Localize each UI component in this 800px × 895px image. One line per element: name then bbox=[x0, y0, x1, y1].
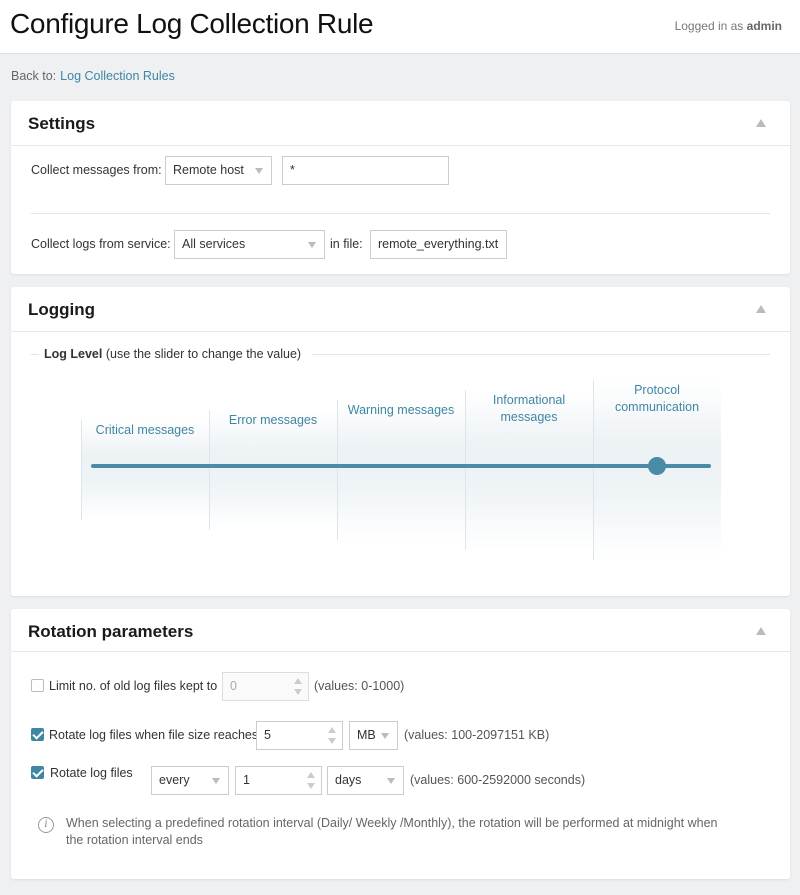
limit-files-value: 0 bbox=[230, 679, 237, 693]
chevron-down-icon bbox=[381, 733, 389, 739]
rotation-title: Rotation parameters bbox=[28, 622, 194, 641]
limit-files-input[interactable]: 0 bbox=[222, 672, 309, 701]
level-label-protocol[interactable]: Protocol communication bbox=[603, 382, 711, 416]
file-input[interactable]: remote_everything.txt bbox=[370, 230, 507, 259]
logged-in-prefix: Logged in as bbox=[674, 19, 744, 33]
top-bar: Configure Log Collection Rule Logged in … bbox=[0, 0, 800, 54]
chevron-down-icon bbox=[212, 778, 220, 784]
service-label: Collect logs from service: bbox=[31, 237, 171, 251]
spinner-icon[interactable] bbox=[328, 727, 336, 744]
info-icon: i bbox=[38, 817, 54, 833]
collapse-icon[interactable] bbox=[756, 627, 766, 635]
rotate-interval-mode: every bbox=[159, 773, 190, 787]
logging-panel-header[interactable]: Logging bbox=[11, 287, 790, 332]
level-label-critical[interactable]: Critical messages bbox=[81, 422, 209, 439]
level-label-informational[interactable]: Informational messages bbox=[475, 392, 583, 426]
rotate-interval-hint: (values: 600-2592000 seconds) bbox=[410, 773, 586, 787]
chevron-down-icon bbox=[308, 242, 316, 248]
file-label: in file: bbox=[330, 237, 363, 251]
service-select[interactable]: All services bbox=[174, 230, 325, 259]
rotation-panel: Rotation parameters Limit no. of old log… bbox=[11, 609, 790, 879]
spinner-icon[interactable] bbox=[307, 772, 315, 789]
collapse-icon[interactable] bbox=[756, 305, 766, 313]
rotation-info-text: When selecting a predefined rotation int… bbox=[66, 816, 718, 847]
logging-title: Logging bbox=[28, 300, 96, 319]
logged-in-status: Logged in as admin bbox=[675, 19, 782, 33]
settings-title: Settings bbox=[28, 114, 96, 133]
slider-track[interactable] bbox=[91, 464, 711, 468]
collect-from-label: Collect messages from: bbox=[31, 163, 162, 177]
rotate-size-value: 5 bbox=[264, 728, 271, 742]
breadcrumb-prefix: Back to: bbox=[11, 69, 57, 83]
collapse-icon[interactable] bbox=[756, 119, 766, 127]
host-input[interactable]: * bbox=[282, 156, 449, 185]
rotate-interval-mode-select[interactable]: every bbox=[151, 766, 229, 795]
legend-line-left bbox=[31, 354, 39, 355]
divider bbox=[31, 213, 770, 214]
username: admin bbox=[746, 19, 782, 33]
spinner-icon[interactable] bbox=[294, 678, 302, 695]
rotate-interval-unit: days bbox=[335, 773, 362, 787]
rotate-size-hint: (values: 100-2097151 KB) bbox=[404, 728, 550, 742]
back-link[interactable]: Log Collection Rules bbox=[60, 69, 175, 83]
rotate-interval-value: 1 bbox=[243, 773, 250, 787]
limit-files-label: Limit no. of old log files kept to bbox=[49, 679, 218, 693]
rotate-interval-checkbox[interactable] bbox=[31, 766, 44, 779]
rotate-size-unit-select[interactable]: MB bbox=[349, 721, 398, 750]
limit-files-hint: (values: 0-1000) bbox=[314, 679, 405, 693]
file-value: remote_everything.txt bbox=[378, 237, 499, 251]
service-value: All services bbox=[182, 237, 246, 251]
rotate-interval-label: Rotate log files bbox=[50, 766, 133, 780]
legend-line-right bbox=[312, 354, 770, 355]
level-label-warning[interactable]: Warning messages bbox=[337, 402, 465, 419]
host-value: * bbox=[290, 163, 295, 177]
level-label-error[interactable]: Error messages bbox=[209, 412, 337, 429]
log-level-label: Log Level bbox=[44, 347, 103, 361]
slider-handle[interactable] bbox=[648, 457, 666, 475]
collect-from-value: Remote host bbox=[173, 163, 244, 177]
collect-from-select[interactable]: Remote host bbox=[165, 156, 272, 185]
breadcrumb: Back to: Log Collection Rules bbox=[11, 69, 175, 83]
chevron-down-icon bbox=[387, 778, 395, 784]
rotate-interval-input[interactable]: 1 bbox=[235, 766, 322, 795]
rotation-panel-header[interactable]: Rotation parameters bbox=[11, 609, 790, 652]
settings-panel-header[interactable]: Settings bbox=[11, 101, 790, 146]
rotate-size-label: Rotate log files when file size reaches bbox=[49, 728, 259, 742]
log-level-legend: Log Level (use the slider to change the … bbox=[44, 347, 301, 361]
level-column[interactable] bbox=[337, 400, 465, 540]
rotate-size-input[interactable]: 5 bbox=[256, 721, 343, 750]
settings-panel: Settings Collect messages from: Remote h… bbox=[11, 101, 790, 274]
rotate-size-unit: MB bbox=[357, 728, 376, 742]
chevron-down-icon bbox=[255, 168, 263, 174]
log-level-hint: (use the slider to change the value) bbox=[105, 347, 302, 361]
rotate-interval-unit-select[interactable]: days bbox=[327, 766, 404, 795]
page-title: Configure Log Collection Rule bbox=[10, 8, 374, 39]
limit-files-checkbox[interactable] bbox=[31, 679, 44, 692]
rotate-size-checkbox[interactable] bbox=[31, 728, 44, 741]
